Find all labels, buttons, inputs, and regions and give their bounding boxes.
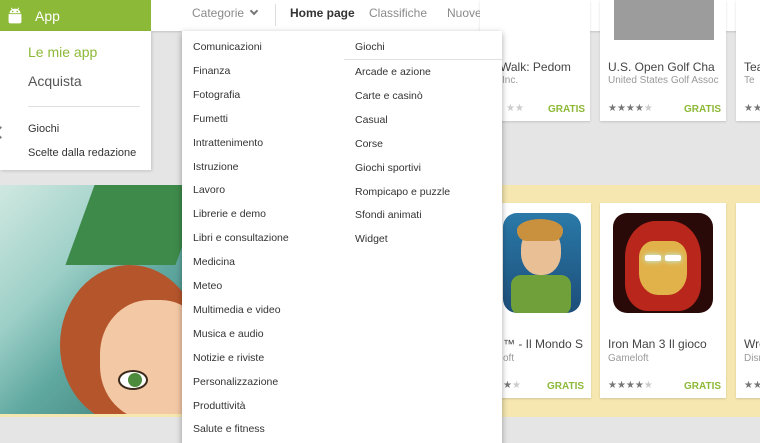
icon-art-body	[511, 275, 571, 313]
side-menu-acquista[interactable]: Acquista	[28, 73, 82, 89]
banner-artwork[interactable]	[0, 185, 182, 414]
app-card-title: Tea	[744, 60, 760, 74]
star-rating: ★★	[506, 103, 524, 114]
category-item[interactable]: Arcade e azione	[355, 66, 431, 78]
side-menu-my-apps[interactable]: Le mie app	[28, 44, 97, 60]
categories-divider	[344, 59, 502, 60]
chevron-down-icon	[249, 6, 259, 16]
category-item[interactable]: Giochi sportivi	[355, 162, 421, 174]
app-card-developer: Inc.	[502, 75, 519, 86]
categories-header-giochi[interactable]: Giochi	[355, 41, 385, 53]
nav-divider	[275, 4, 276, 26]
categorie-menu-button[interactable]: Categorie	[192, 0, 259, 29]
star-rating: ★★★	[744, 380, 760, 391]
category-item[interactable]: Lavoro	[193, 184, 225, 196]
app-card-developer: oft	[503, 353, 515, 364]
app-card-title: Wre	[744, 337, 760, 351]
star-rating: ★★★	[744, 103, 760, 114]
category-item[interactable]: Intrattenimento	[193, 137, 263, 149]
banner-art-iris	[128, 373, 142, 387]
app-card[interactable]: Wre Disn ★★★	[736, 203, 760, 398]
category-item[interactable]: Personalizzazione	[193, 376, 278, 388]
category-item[interactable]: Produttività	[193, 400, 246, 412]
category-item[interactable]: Carte e casinò	[355, 90, 423, 102]
android-icon	[8, 7, 22, 23]
category-item[interactable]: Fotografia	[193, 89, 240, 101]
category-item[interactable]: Notizie e riviste	[193, 352, 264, 364]
star-rating: ★★	[503, 380, 521, 391]
category-item[interactable]: Medicina	[193, 256, 235, 268]
banner-art-shape	[65, 185, 182, 265]
app-card[interactable]: Iron Man 3 Il gioco Gameloft ★★★★★ GRATI…	[600, 203, 726, 398]
category-item[interactable]: Casual	[355, 114, 388, 126]
app-card-image	[614, 0, 714, 40]
side-menu-giochi[interactable]: Giochi	[28, 123, 59, 135]
app-card-developer: Te	[744, 75, 755, 86]
app-card-price[interactable]: GRATIS	[547, 381, 584, 392]
app-icon	[503, 213, 581, 313]
categories-dropdown: Comunicazioni Finanza Fotografia Fumetti Int…	[182, 31, 502, 443]
category-item[interactable]: Finanza	[193, 65, 230, 77]
app-tab-label: App	[35, 7, 60, 24]
icon-art-eye-left	[645, 255, 661, 261]
app-card-developer: Gameloft	[608, 353, 649, 364]
side-menu-divider	[28, 106, 140, 107]
app-card[interactable]: ™ - Il Mondo S oft ★★ GRATIS	[499, 203, 591, 398]
app-card-title: ™ - Il Mondo S	[503, 337, 584, 351]
nav-classifiche[interactable]: Classifiche	[369, 0, 427, 29]
category-item[interactable]: Corse	[355, 138, 383, 150]
chevron-left-icon[interactable]	[0, 126, 7, 139]
side-menu-scelte[interactable]: Scelte dalla redazione	[28, 147, 136, 159]
icon-art-hair	[517, 219, 563, 241]
category-item[interactable]: Istruzione	[193, 161, 239, 173]
category-item[interactable]: Librerie e demo	[193, 208, 266, 220]
app-card-title: Walk: Pedom	[500, 60, 571, 74]
app-tab[interactable]: App	[0, 0, 151, 31]
category-item[interactable]: Widget	[355, 233, 388, 245]
app-card-developer: United States Golf Assoc	[608, 75, 719, 86]
category-item[interactable]: Fumetti	[193, 113, 228, 125]
categorie-label: Categorie	[192, 6, 245, 20]
side-menu: Le mie app Acquista Giochi Scelte dalla …	[0, 31, 151, 170]
category-item[interactable]: Multimedia e video	[193, 304, 281, 316]
category-item[interactable]: Musica e audio	[193, 328, 264, 340]
nav-home-page[interactable]: Home page	[290, 0, 355, 29]
app-icon	[613, 213, 713, 313]
star-rating: ★★★★★	[608, 103, 653, 114]
star-rating: ★★★★★	[608, 380, 653, 391]
category-item[interactable]: Salute e fitness	[193, 423, 265, 435]
icon-art-mask	[639, 241, 687, 295]
category-item[interactable]: Meteo	[193, 280, 222, 292]
icon-art-eye-right	[665, 255, 681, 261]
category-item[interactable]: Sfondi animati	[355, 209, 422, 221]
category-item[interactable]: Rompicapo e puzzle	[355, 186, 450, 198]
category-item[interactable]: Comunicazioni	[193, 41, 262, 53]
banner-art-face	[100, 300, 182, 414]
category-item[interactable]: Libri e consultazione	[193, 232, 289, 244]
app-card-title: Iron Man 3 Il gioco	[608, 337, 707, 351]
app-card-title: U.S. Open Golf Cha	[608, 60, 715, 74]
app-card-price[interactable]: GRATIS	[548, 104, 585, 115]
app-card-price[interactable]: GRATIS	[684, 104, 721, 115]
app-card[interactable]: Tea Te ★★★	[736, 0, 760, 121]
app-card[interactable]: U.S. Open Golf Cha United States Golf As…	[600, 0, 726, 121]
app-card-developer: Disn	[744, 353, 760, 364]
app-card-price[interactable]: GRATIS	[684, 381, 721, 392]
